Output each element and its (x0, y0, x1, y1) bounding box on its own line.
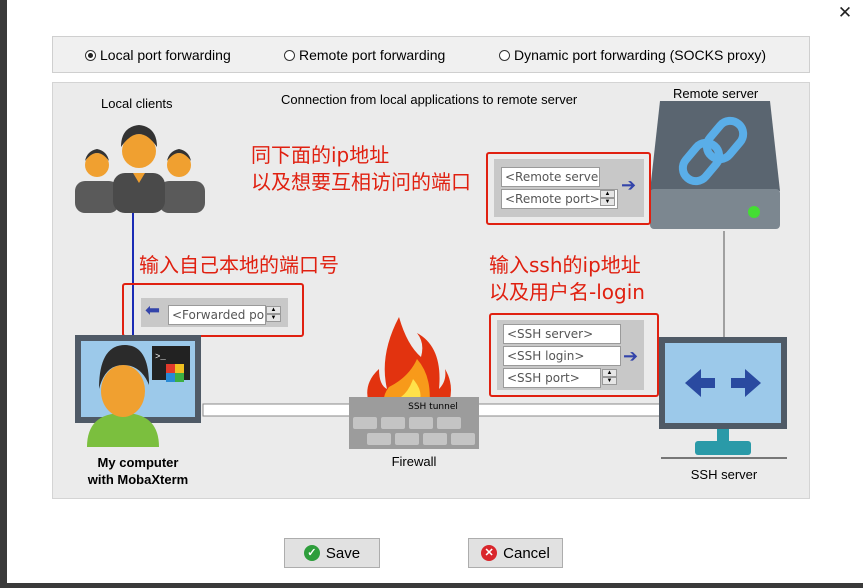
radio-unselected-icon (499, 49, 510, 61)
radio-local-forwarding[interactable]: Local port forwarding (85, 47, 231, 63)
close-icon[interactable]: ✕ (836, 4, 854, 22)
background-window-edge-bottom (0, 583, 863, 588)
forwarding-mode-bar: Local port forwarding Remote port forwar… (52, 36, 810, 73)
ssh-port-stepper[interactable]: ▲ ▼ (602, 369, 617, 386)
radio-local-label: Local port forwarding (100, 47, 231, 63)
radio-remote-forwarding[interactable]: Remote port forwarding (284, 47, 445, 63)
forwarded-port-stepper[interactable]: ▲ ▼ (266, 306, 281, 323)
remote-arrow-right-icon: ➔ (621, 175, 637, 195)
svg-text:>_: >_ (155, 352, 166, 362)
radio-dynamic-forwarding[interactable]: Dynamic port forwarding (SOCKS proxy) (499, 47, 766, 63)
remote-server-icon (650, 101, 780, 229)
radio-remote-label: Remote port forwarding (299, 47, 446, 63)
cancel-x-icon: ✕ (481, 545, 498, 561)
note-remote-line-1: 同下面的ip地址 (251, 143, 390, 167)
radio-selected-icon (85, 49, 96, 61)
save-label: Save (325, 544, 361, 562)
note-ssh-line-1: 输入ssh的ip地址 (489, 253, 641, 277)
background-window-edge (0, 0, 7, 588)
note-local-port: 输入自己本地的端口号 (139, 253, 339, 277)
ssh-server-input[interactable]: <SSH server> (503, 324, 621, 344)
my-computer-label-2: with MobaXterm (87, 472, 189, 487)
note-ssh-line-2: 以及用户名-login (489, 280, 645, 304)
my-computer-icon: >_ (75, 335, 201, 447)
ssh-arrow-right-icon: ➔ (623, 346, 639, 366)
ssh-port-input[interactable]: <SSH port> (503, 368, 601, 388)
cancel-button[interactable]: ✕ Cancel (468, 538, 563, 568)
ssh-server-icon (659, 337, 787, 459)
firewall-label: Firewall (391, 454, 437, 469)
forwarded-arrow-left-icon: ⬅ (145, 300, 161, 320)
forwarded-port-input[interactable]: <Forwarded port> (168, 305, 266, 325)
ssh-server-label: SSH server (690, 467, 758, 482)
my-computer-label-1: My computer (97, 455, 179, 470)
ssh-login-input[interactable]: <SSH login> (503, 346, 621, 366)
remote-port-stepper[interactable]: ▲ ▼ (600, 190, 615, 207)
radio-unselected-icon (284, 49, 295, 61)
diagram-panel: Connection from local applications to re… (52, 82, 810, 499)
ssh-tunnel-label: SSH tunnel (408, 402, 458, 412)
note-remote-line-2: 以及想要互相访问的端口 (251, 170, 471, 194)
firewall-icon (349, 317, 479, 449)
remote-server-input[interactable]: <Remote server> (501, 167, 600, 187)
local-clients-icon (75, 125, 205, 213)
cancel-label: Cancel (503, 544, 550, 562)
checkmark-icon: ✓ (303, 545, 320, 561)
radio-dynamic-label: Dynamic port forwarding (SOCKS proxy) (514, 47, 767, 63)
save-button[interactable]: ✓ Save (284, 538, 380, 568)
